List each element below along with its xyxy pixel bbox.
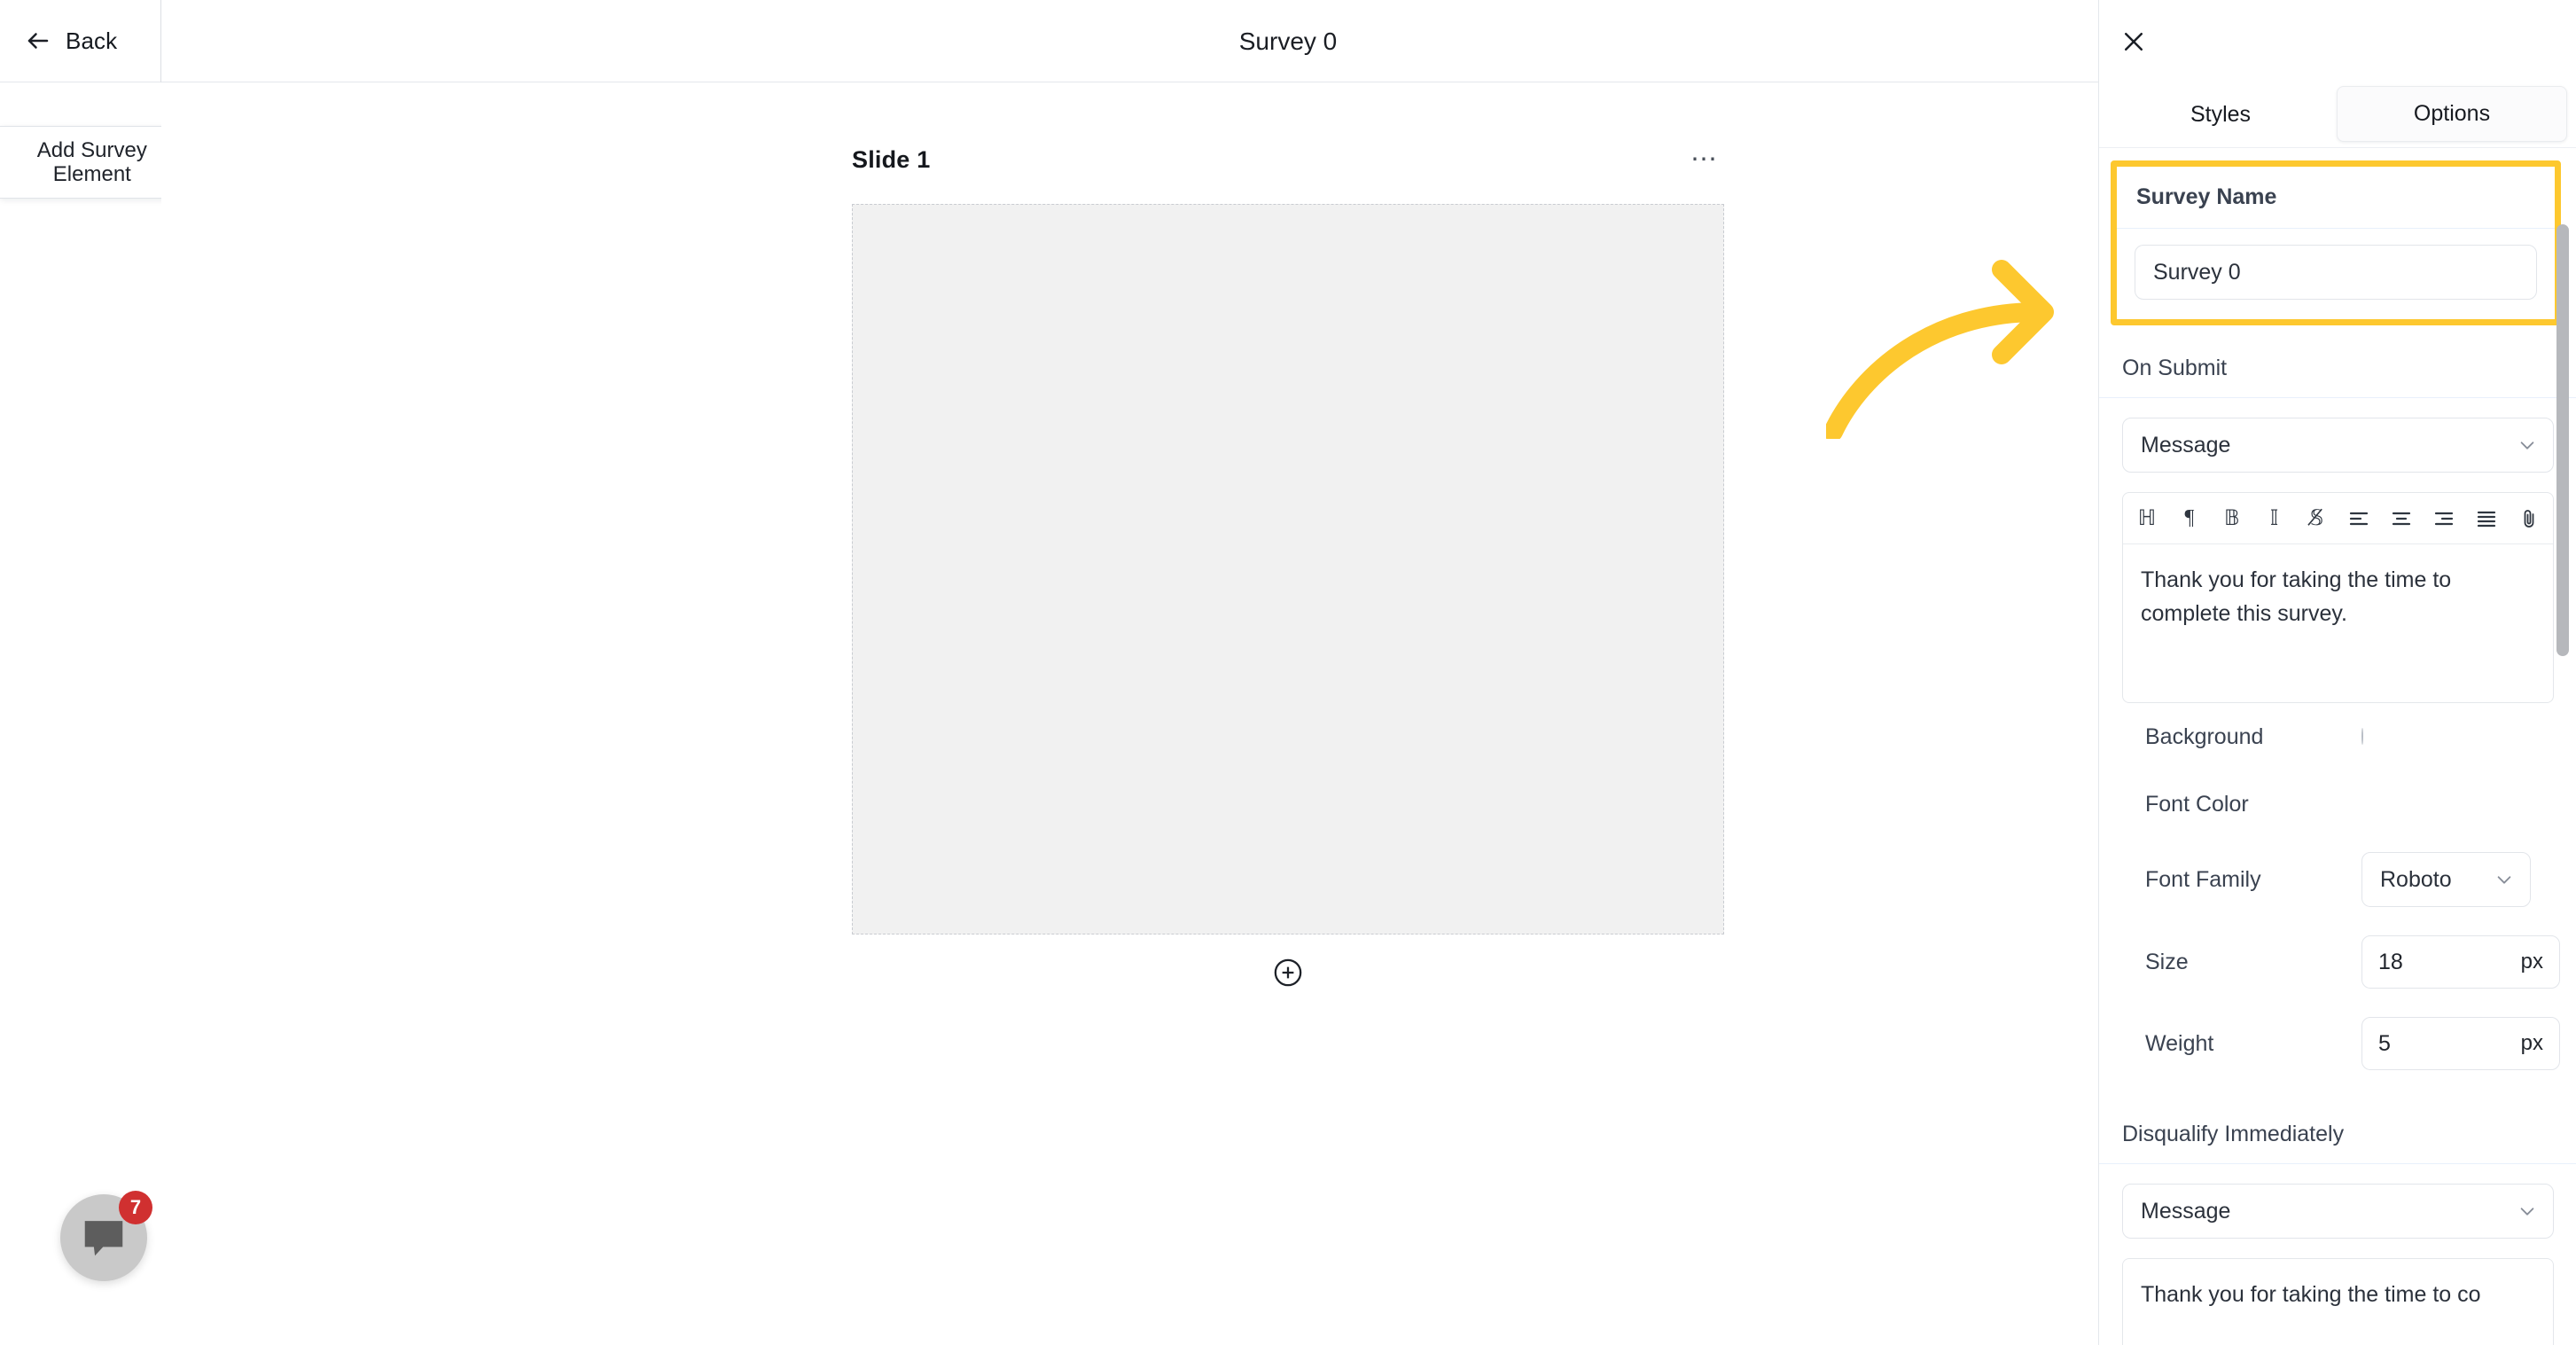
survey-name-card: Survey Name — [2117, 167, 2555, 319]
slide-header: Slide 1 ⋯ — [852, 140, 1724, 179]
background-color-swatch[interactable] — [2361, 728, 2363, 745]
app-root: Back Survey 0 Preview Integrate Save Add… — [0, 0, 2576, 1345]
bold-icon[interactable]: 𝔹 — [2215, 501, 2249, 536]
survey-name-highlight: Survey Name — [2111, 160, 2561, 325]
disqualify-body: Message Thank you for taking the time to… — [2099, 1164, 2576, 1345]
chat-unread-badge: 7 — [119, 1191, 152, 1224]
survey-name-label: Survey Name — [2136, 184, 2277, 209]
disqualify-action-select[interactable]: Message — [2122, 1184, 2554, 1239]
prop-font-color-label: Font Color — [2145, 791, 2249, 817]
heading-icon[interactable]: ℍ — [2130, 501, 2164, 536]
weight-unit: px — [2520, 1031, 2543, 1055]
prop-background-control — [2361, 728, 2531, 745]
slide-canvas[interactable] — [852, 204, 1724, 934]
back-label: Back — [66, 27, 118, 54]
on-submit-editor-content[interactable]: Thank you for taking the time to complet… — [2123, 544, 2553, 702]
size-unit: px — [2520, 950, 2543, 974]
disqualify-editor: Thank you for taking the time to co — [2122, 1258, 2554, 1345]
ellipsis-icon[interactable]: ⋯ — [1685, 146, 1724, 173]
paragraph-icon[interactable]: ¶ — [2173, 501, 2206, 536]
on-submit-action-select[interactable]: Message — [2122, 418, 2554, 473]
weight-input[interactable]: 5 px — [2361, 1017, 2560, 1070]
font-family-value: Roboto — [2380, 866, 2452, 892]
disqualify-editor-text: Thank you for taking the time to co — [2141, 1282, 2481, 1307]
add-survey-element-label: Add Survey Element — [36, 137, 147, 186]
editor-toolbar: ℍ ¶ 𝔹 𝕀 𝕊̸ — [2123, 493, 2553, 544]
chat-widget-button[interactable]: 7 — [60, 1191, 152, 1281]
on-submit-editor: ℍ ¶ 𝔹 𝕀 𝕊̸ Thank you for taking the time… — [2122, 492, 2554, 703]
on-submit-body: Message ℍ ¶ 𝔹 𝕀 𝕊̸ Thank you for taking … — [2099, 398, 2576, 1091]
tab-styles[interactable]: Styles — [2106, 82, 2335, 147]
styles-panel: Styles Options Survey Name On Submit — [2098, 0, 2576, 1345]
weight-value: 5 — [2378, 1030, 2391, 1056]
size-input[interactable]: 18 px — [2361, 935, 2560, 989]
size-value: 18 — [2378, 949, 2403, 974]
font-family-select[interactable]: Roboto — [2361, 852, 2531, 907]
canvas-area: Slide 1 ⋯ — [161, 82, 2098, 1345]
slide-title: Slide 1 — [852, 145, 931, 173]
strikethrough-icon[interactable]: 𝕊̸ — [2300, 501, 2334, 536]
prop-weight: Weight 5 px — [2122, 1003, 2560, 1084]
prop-font-family-control: Roboto — [2361, 852, 2531, 907]
align-right-icon[interactable] — [2427, 501, 2461, 536]
prop-background: Background — [2122, 703, 2554, 770]
prop-weight-label: Weight — [2145, 1030, 2214, 1056]
tab-options[interactable]: Options — [2337, 86, 2567, 142]
survey-name-input-wrap — [2117, 229, 2555, 319]
align-left-icon[interactable] — [2342, 501, 2376, 536]
arrow-left-icon — [25, 27, 51, 54]
prop-size-control: 18 px — [2361, 935, 2560, 989]
align-justify-icon[interactable] — [2470, 501, 2503, 536]
prop-font-color: Font Color — [2122, 770, 2554, 838]
slide-wrapper: Slide 1 ⋯ — [852, 140, 1724, 988]
survey-name-label-row: Survey Name — [2117, 167, 2555, 229]
attachment-icon[interactable] — [2512, 501, 2546, 536]
prop-font-family-label: Font Family — [2145, 866, 2261, 892]
survey-name-input[interactable] — [2135, 245, 2537, 300]
align-center-icon[interactable] — [2385, 501, 2418, 536]
back-button[interactable]: Back — [25, 27, 117, 55]
prop-weight-control: 5 px — [2361, 1017, 2560, 1070]
panel-scrollbar-thumb[interactable] — [2556, 224, 2569, 656]
circle-plus-icon[interactable] — [852, 958, 1724, 988]
prop-size: Size 18 px — [2122, 921, 2560, 1003]
back-zone: Back — [0, 0, 161, 82]
disqualify-editor-content[interactable]: Thank you for taking the time to co — [2123, 1259, 2553, 1345]
prop-size-label: Size — [2145, 949, 2189, 974]
prop-background-label: Background — [2145, 723, 2264, 749]
on-submit-heading: On Submit — [2099, 325, 2576, 398]
disqualify-action-value: Message — [2141, 1198, 2231, 1224]
on-submit-action-value: Message — [2141, 432, 2231, 457]
panel-scroll-content: Survey Name On Submit Message — [2099, 149, 2576, 1345]
prop-font-family: Font Family Roboto — [2122, 838, 2554, 921]
close-icon[interactable] — [2120, 28, 2147, 55]
italic-icon[interactable]: 𝕀 — [2258, 501, 2291, 536]
panel-tabs: Styles Options — [2099, 82, 2576, 148]
panel-header — [2099, 0, 2576, 82]
disqualify-heading: Disqualify Immediately — [2099, 1091, 2576, 1164]
chat-bubble-icon — [78, 1212, 129, 1263]
